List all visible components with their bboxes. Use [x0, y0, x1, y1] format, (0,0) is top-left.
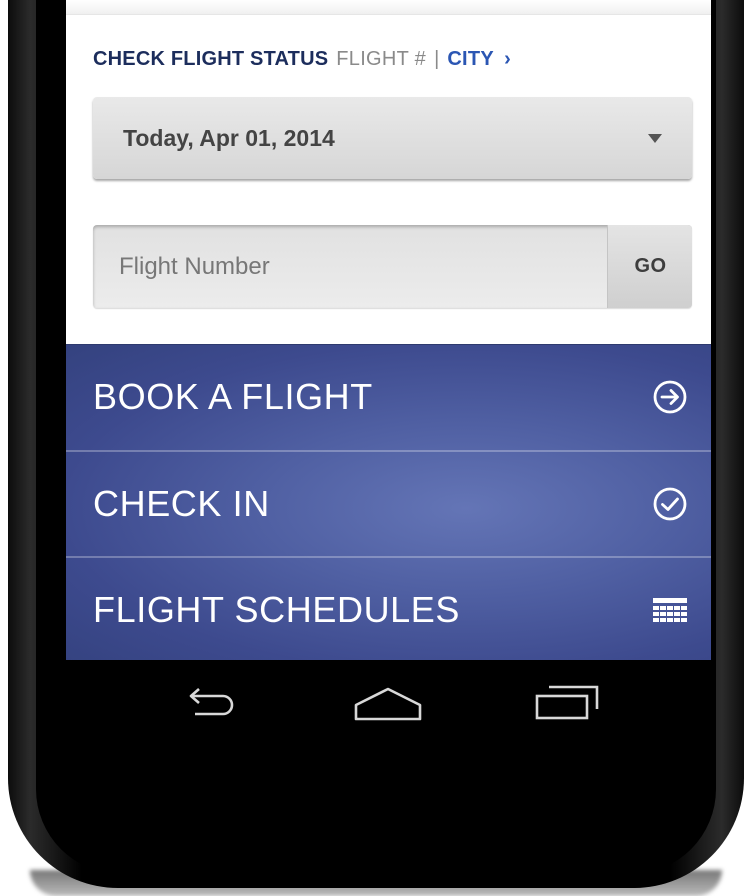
menu-item-book-a-flight[interactable]: BOOK A FLIGHT: [66, 344, 711, 450]
option-divider: |: [434, 47, 440, 70]
calendar-grid-icon: [651, 591, 689, 629]
recent-apps-icon[interactable]: [526, 678, 606, 728]
flight-number-input[interactable]: [93, 225, 605, 308]
flight-status-title: CHECK FLIGHT STATUS: [93, 47, 329, 70]
android-nav-bar: [66, 660, 711, 744]
date-select[interactable]: Today, Apr 01, 2014: [93, 97, 692, 179]
go-button[interactable]: GO: [607, 225, 692, 308]
check-circle-icon: [651, 485, 689, 523]
top-card-edge: [66, 0, 711, 15]
search-by-city-link[interactable]: CITY: [447, 48, 494, 71]
app-screen: CHECK FLIGHT STATUS FLIGHT # | CITY › To…: [66, 0, 711, 744]
arrow-circle-right-icon: [651, 378, 689, 416]
menu-item-label: CHECK IN: [93, 483, 270, 524]
date-select-value: Today, Apr 01, 2014: [123, 124, 335, 151]
chevron-right-icon[interactable]: ›: [504, 48, 511, 71]
search-by-flight-option[interactable]: FLIGHT #: [336, 48, 426, 71]
flight-number-field: GO: [93, 225, 692, 308]
menu-item-label: BOOK A FLIGHT: [93, 376, 373, 417]
menu-item-label: FLIGHT SCHEDULES: [93, 589, 461, 630]
back-icon[interactable]: [171, 678, 251, 728]
main-menu: BOOK A FLIGHT CHECK IN FLIGHT SCHEDULES: [66, 344, 711, 660]
flight-status-heading: CHECK FLIGHT STATUS FLIGHT # | CITY ›: [93, 44, 511, 74]
menu-item-flight-schedules[interactable]: FLIGHT SCHEDULES: [66, 556, 711, 662]
home-icon[interactable]: [348, 678, 428, 728]
menu-item-check-in[interactable]: CHECK IN: [66, 450, 711, 556]
dropdown-arrow-icon: [648, 133, 662, 143]
